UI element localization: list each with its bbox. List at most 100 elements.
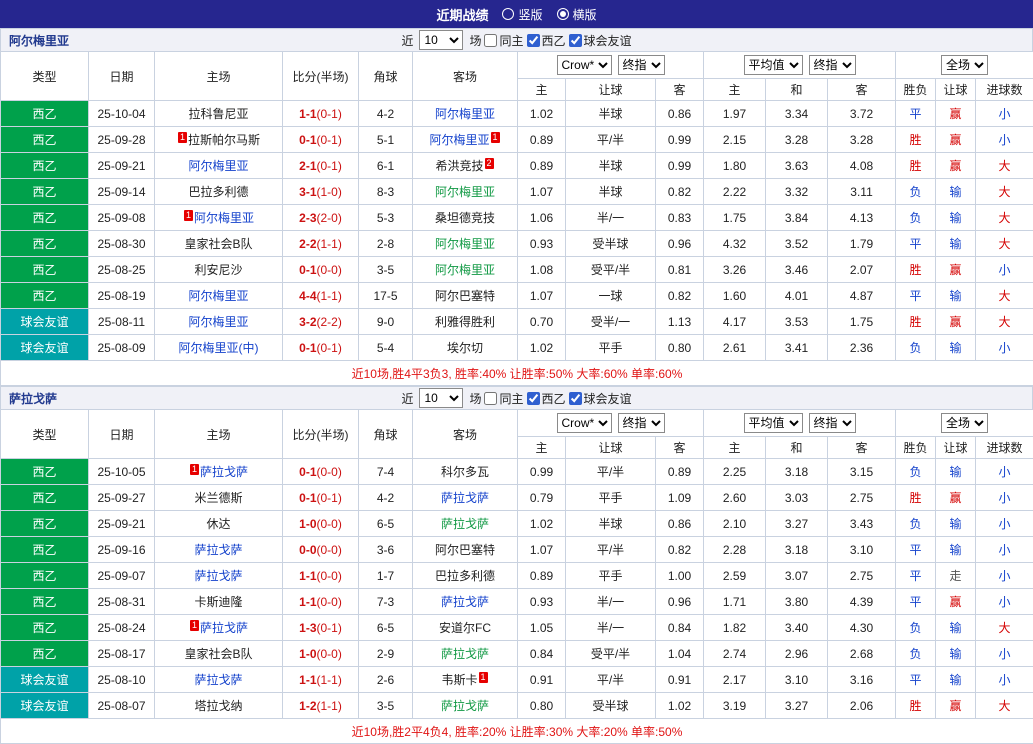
home-team-cell[interactable]: 塔拉戈纳 [155,693,283,719]
scope-select[interactable]: 全场 [941,55,988,75]
team-link[interactable]: 巴拉多利德 [188,185,248,199]
team-link[interactable]: 萨拉戈萨 [441,491,489,505]
team-link[interactable]: 萨拉戈萨 [194,673,242,687]
team-link[interactable]: 利安尼沙 [194,263,242,277]
home-team-cell[interactable]: 皇家社会B队 [155,641,283,667]
away-team-cell[interactable]: 萨拉戈萨 [413,641,518,667]
away-team-cell[interactable]: 萨拉戈萨 [413,485,518,511]
home-team-cell[interactable]: 阿尔梅里亚 [155,153,283,179]
away-team-cell[interactable]: 埃尔切 [413,335,518,361]
team-link[interactable]: 阿尔梅里亚 [435,263,495,277]
team-link[interactable]: 阿尔巴塞特 [435,289,495,303]
filter-same-home-checkbox[interactable]: 同主 [484,390,523,407]
away-team-cell[interactable]: 阿尔巴塞特 [413,537,518,563]
away-team-cell[interactable]: 希洪竞技2 [413,153,518,179]
team-link[interactable]: 阿尔梅里亚 [188,289,248,303]
team-link[interactable]: 米兰德斯 [194,491,242,505]
away-team-cell[interactable]: 萨拉戈萨 [413,511,518,537]
team-link[interactable]: 阿尔梅里亚 [435,237,495,251]
horizontal-layout-radio-input[interactable] [557,8,569,20]
team-link[interactable]: 萨拉戈萨 [441,647,489,661]
away-team-cell[interactable]: 阿尔梅里亚 [413,257,518,283]
away-team-cell[interactable]: 巴拉多利德 [413,563,518,589]
team-link[interactable]: 韦斯卡 [441,673,477,687]
avg-odds-select[interactable]: 平均值 [744,413,803,433]
away-team-cell[interactable]: 阿尔梅里亚 [413,179,518,205]
team-link[interactable]: 皇家社会B队 [184,237,252,251]
away-team-cell[interactable]: 阿尔梅里亚 [413,101,518,127]
team-link[interactable]: 萨拉戈萨 [194,569,242,583]
team-link[interactable]: 萨拉戈萨 [200,621,248,635]
team-link[interactable]: 埃尔切 [447,341,483,355]
team-link[interactable]: 阿尔梅里亚 [435,185,495,199]
home-team-cell[interactable]: 萨拉戈萨 [155,667,283,693]
euro-index-select[interactable]: 终指 [809,55,856,75]
home-team-cell[interactable]: 利安尼沙 [155,257,283,283]
team-link[interactable]: 阿尔梅里亚 [194,211,254,225]
recent-count-select[interactable]: 10 [419,388,463,408]
home-team-cell[interactable]: 1阿尔梅里亚 [155,205,283,231]
filter-league-checkbox-input[interactable] [527,34,540,47]
home-team-cell[interactable]: 1拉斯帕尔马斯 [155,127,283,153]
away-team-cell[interactable]: 阿尔巴塞特 [413,283,518,309]
team-link[interactable]: 希洪竞技 [435,159,483,173]
home-team-cell[interactable]: 米兰德斯 [155,485,283,511]
bookmaker-select[interactable]: Crow* [557,55,612,75]
away-team-cell[interactable]: 萨拉戈萨 [413,693,518,719]
euro-index-select[interactable]: 终指 [809,413,856,433]
team-link[interactable]: 阿尔梅里亚 [188,159,248,173]
home-team-cell[interactable]: 阿尔梅里亚(中) [155,335,283,361]
home-team-cell[interactable]: 休达 [155,511,283,537]
team-link[interactable]: 巴拉多利德 [435,569,495,583]
team-link[interactable]: 阿尔梅里亚(中) [179,341,259,355]
team-link[interactable]: 安道尔FC [439,621,491,635]
home-team-cell[interactable]: 萨拉戈萨 [155,537,283,563]
team-link[interactable]: 萨拉戈萨 [200,465,248,479]
home-team-cell[interactable]: 萨拉戈萨 [155,563,283,589]
vertical-layout-radio[interactable]: 竖版 [502,6,542,23]
scope-select[interactable]: 全场 [941,413,988,433]
home-team-cell[interactable]: 巴拉多利德 [155,179,283,205]
team-link[interactable]: 阿尔梅里亚 [429,133,489,147]
home-team-cell[interactable]: 皇家社会B队 [155,231,283,257]
avg-odds-select[interactable]: 平均值 [744,55,803,75]
team-link[interactable]: 塔拉戈纳 [194,699,242,713]
team-link[interactable]: 拉科鲁尼亚 [188,107,248,121]
team-link[interactable]: 阿尔梅里亚 [188,315,248,329]
team-link[interactable]: 卡斯迪隆 [194,595,242,609]
home-team-cell[interactable]: 阿尔梅里亚 [155,309,283,335]
filter-friendly-checkbox-input[interactable] [569,392,582,405]
team-link[interactable]: 萨拉戈萨 [441,699,489,713]
filter-league-checkbox[interactable]: 西乙 [527,390,566,407]
filter-friendly-checkbox[interactable]: 球会友谊 [569,32,632,49]
filter-same-home-checkbox-input[interactable] [484,392,497,405]
away-team-cell[interactable]: 阿尔梅里亚 [413,231,518,257]
filter-league-checkbox-input[interactable] [527,392,540,405]
vertical-layout-radio-input[interactable] [502,8,514,20]
team-link[interactable]: 萨拉戈萨 [441,517,489,531]
team-link[interactable]: 科尔多瓦 [441,465,489,479]
team-link[interactable]: 萨拉戈萨 [441,595,489,609]
recent-count-select[interactable]: 10 [419,30,463,50]
away-team-cell[interactable]: 利雅得胜利 [413,309,518,335]
team-link[interactable]: 萨拉戈萨 [194,543,242,557]
asian-index-select[interactable]: 终指 [618,55,665,75]
filter-friendly-checkbox[interactable]: 球会友谊 [569,390,632,407]
team-link[interactable]: 皇家社会B队 [184,647,252,661]
away-team-cell[interactable]: 萨拉戈萨 [413,589,518,615]
away-team-cell[interactable]: 桑坦德竞技 [413,205,518,231]
asian-index-select[interactable]: 终指 [618,413,665,433]
team-link[interactable]: 阿尔巴塞特 [435,543,495,557]
away-team-cell[interactable]: 安道尔FC [413,615,518,641]
away-team-cell[interactable]: 韦斯卡1 [413,667,518,693]
away-team-cell[interactable]: 科尔多瓦 [413,459,518,485]
away-team-cell[interactable]: 阿尔梅里亚1 [413,127,518,153]
filter-same-home-checkbox-input[interactable] [484,34,497,47]
home-team-cell[interactable]: 1萨拉戈萨 [155,459,283,485]
team-link[interactable]: 阿尔梅里亚 [435,107,495,121]
team-link[interactable]: 休达 [206,517,230,531]
home-team-cell[interactable]: 拉科鲁尼亚 [155,101,283,127]
home-team-cell[interactable]: 卡斯迪隆 [155,589,283,615]
team-link[interactable]: 拉斯帕尔马斯 [188,133,260,147]
home-team-cell[interactable]: 阿尔梅里亚 [155,283,283,309]
